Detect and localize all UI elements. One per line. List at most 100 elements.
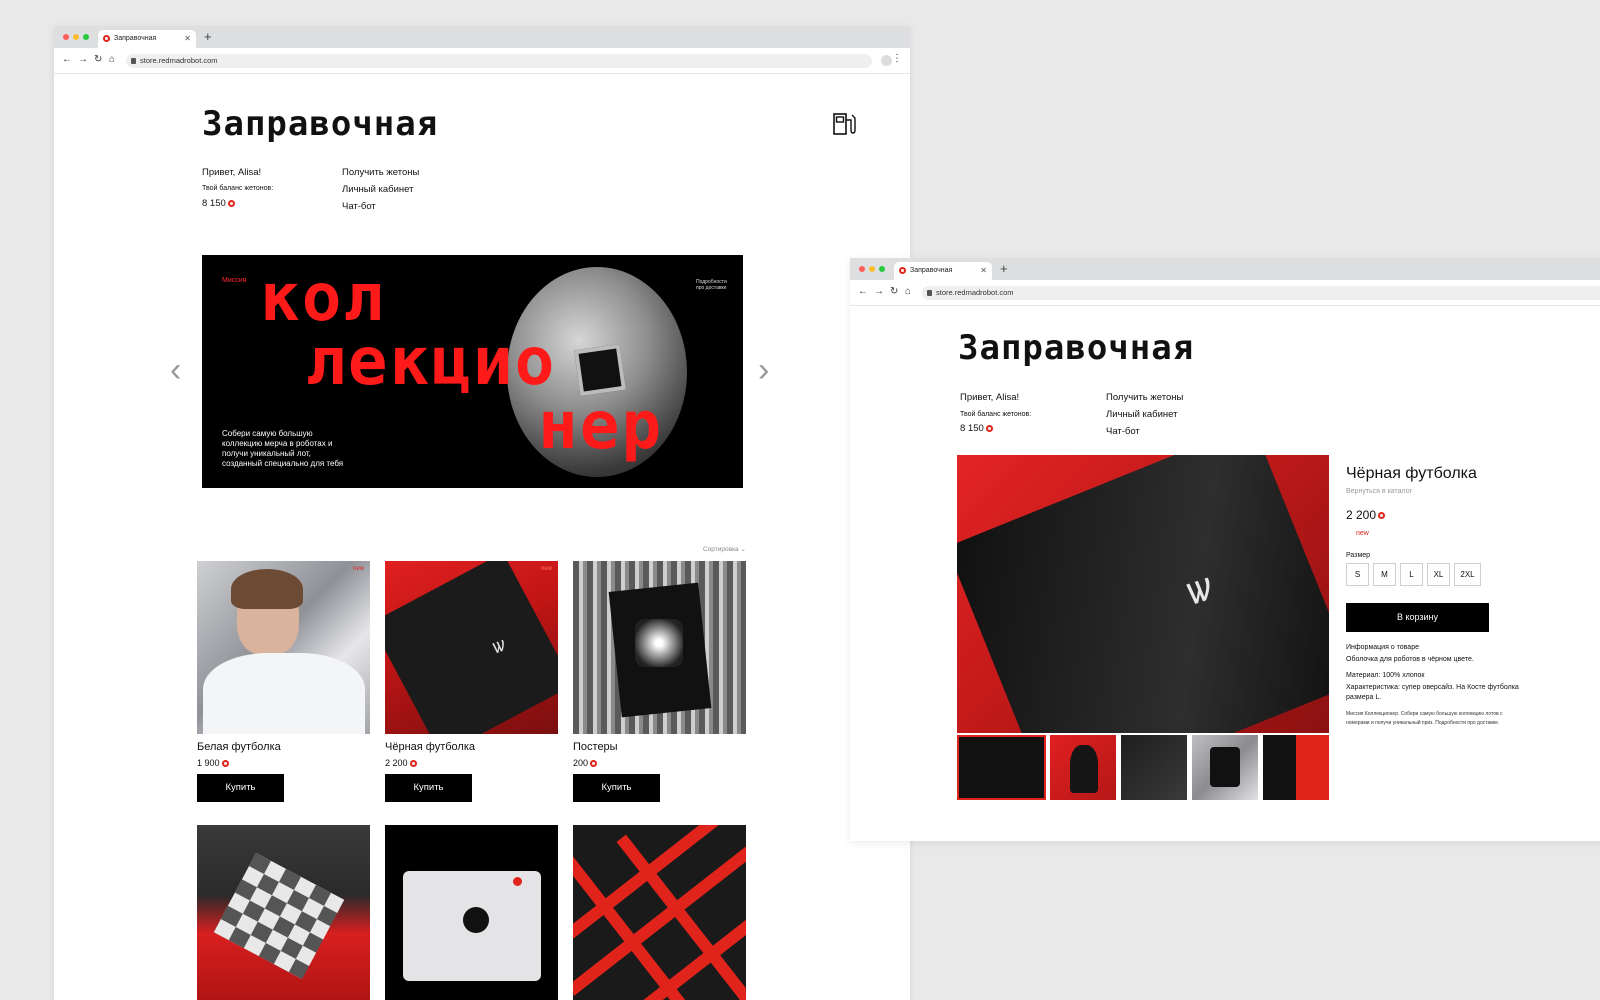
reload-icon[interactable]: ↻: [94, 54, 102, 65]
thumbnail-1[interactable]: [957, 735, 1046, 800]
token-icon: [590, 760, 598, 768]
close-window-button[interactable]: [63, 34, 69, 40]
hero-delivery-note: Подробности про доставке: [696, 279, 727, 291]
home-icon[interactable]: ⌂: [109, 54, 115, 65]
size-option-s[interactable]: S: [1346, 563, 1369, 586]
product-image-blanket[interactable]: [197, 825, 370, 1000]
chevron-down-icon: ⌄: [740, 546, 746, 553]
nav-chatbot[interactable]: Чат-бот: [1106, 426, 1140, 437]
url-field[interactable]: store.redmadrobot.com: [922, 286, 1600, 300]
minimize-window-button[interactable]: [73, 34, 79, 40]
product-main-image[interactable]: ѡ: [957, 455, 1329, 733]
tab-bar: Заправочная ✕ +: [54, 26, 910, 48]
price-value: 2 200: [1346, 508, 1377, 522]
thumbnail-4[interactable]: [1192, 735, 1258, 800]
browser-tab[interactable]: Заправочная ✕: [894, 262, 992, 280]
product-title: Чёрная футболка: [1346, 465, 1477, 482]
price-value: 1 900: [197, 758, 220, 768]
home-icon[interactable]: ⌂: [905, 286, 911, 297]
product-price: 2 200: [385, 758, 417, 768]
carousel-next-icon[interactable]: ›: [758, 351, 769, 390]
size-option-l[interactable]: L: [1400, 563, 1423, 586]
info-description: Оболочка для роботов в чёрном цвете.: [1346, 656, 1474, 663]
nav-chatbot[interactable]: Чат-бот: [342, 201, 376, 212]
product-image-cardholders[interactable]: [573, 825, 746, 1000]
price-value: 200: [573, 758, 589, 768]
browser-tab[interactable]: Заправочная ✕: [98, 30, 196, 48]
new-badge: new: [1356, 530, 1369, 537]
forward-icon[interactable]: →: [78, 54, 88, 65]
thumbnail-3[interactable]: [1121, 735, 1187, 800]
buy-button[interactable]: Купить: [385, 774, 472, 802]
size-option-m[interactable]: M: [1373, 563, 1396, 586]
favicon-icon: [899, 267, 906, 274]
product-price: 200: [573, 758, 598, 768]
maximize-window-button[interactable]: [83, 34, 89, 40]
buy-button[interactable]: Купить: [197, 774, 284, 802]
hero-tag: Миссия: [222, 277, 247, 284]
close-window-button[interactable]: [859, 266, 865, 272]
tab-title: Заправочная: [114, 35, 157, 42]
size-option-2xl[interactable]: 2XL: [1454, 563, 1481, 586]
browser-window-catalog: Заправочная ✕ + ← → ↻ ⌂ store.redmadrobo…: [54, 26, 910, 1000]
token-icon: [221, 760, 229, 768]
menu-kebab-icon[interactable]: ⋮: [892, 53, 902, 64]
new-tab-icon[interactable]: +: [204, 29, 212, 44]
nav-account[interactable]: Личный кабинет: [342, 184, 413, 195]
product-name[interactable]: Постеры: [573, 741, 618, 753]
product-name[interactable]: Белая футболка: [197, 741, 281, 753]
product-image-white-tshirt[interactable]: new: [197, 561, 370, 734]
new-tab-icon[interactable]: +: [1000, 261, 1008, 276]
token-icon: [985, 424, 993, 432]
buy-button[interactable]: Купить: [573, 774, 660, 802]
product-price: 1 900: [197, 758, 229, 768]
lock-icon: [131, 58, 136, 64]
back-icon[interactable]: ←: [62, 54, 72, 65]
nav-account[interactable]: Личный кабинет: [1106, 409, 1177, 420]
maximize-window-button[interactable]: [879, 266, 885, 272]
product-badge: new: [540, 566, 552, 572]
token-icon: [1378, 512, 1386, 520]
window-controls: [859, 266, 885, 272]
url-text: store.redmadrobot.com: [936, 288, 1014, 297]
size-label: Размер: [1346, 552, 1371, 559]
product-image-black-tshirt[interactable]: ѡ new: [385, 561, 558, 734]
profile-icon[interactable]: [881, 55, 892, 66]
info-title: Информация о товаре: [1346, 644, 1419, 651]
balance-label: Твой баланс жетонов:: [202, 185, 274, 192]
product-image-laptop-sticker[interactable]: [385, 825, 558, 1000]
size-option-xl[interactable]: XL: [1427, 563, 1450, 586]
tab-close-icon[interactable]: ✕: [980, 262, 987, 280]
thumbnail-2[interactable]: [1050, 735, 1116, 800]
fuel-pump-icon[interactable]: [832, 112, 858, 136]
thumbnail-5[interactable]: [1263, 735, 1329, 800]
window-controls: [63, 34, 89, 40]
greeting: Привет, Alisa!: [960, 392, 1020, 403]
reload-icon[interactable]: ↻: [890, 286, 898, 297]
info-mission-note: Миссия Коллекционер. Собери самую большу…: [1346, 711, 1503, 726]
hero-description: Собери самую большую коллекцию мерча в р…: [222, 429, 344, 468]
nav-get-tokens[interactable]: Получить жетоны: [342, 167, 419, 178]
url-field[interactable]: store.redmadrobot.com: [126, 54, 872, 68]
product-name[interactable]: Чёрная футболка: [385, 741, 475, 753]
minimize-window-button[interactable]: [869, 266, 875, 272]
back-to-catalog-link[interactable]: Вернуться в каталог: [1346, 488, 1412, 495]
product-badge: new: [352, 566, 364, 572]
hero-banner[interactable]: Миссия Подробности про доставке кол лекц…: [202, 255, 743, 488]
back-icon[interactable]: ←: [858, 286, 868, 297]
balance-value: 8 150: [960, 423, 993, 434]
nav-get-tokens[interactable]: Получить жетоны: [1106, 392, 1183, 403]
add-to-cart-button[interactable]: В корзину: [1346, 603, 1489, 632]
info-material: Материал: 100% хлопок: [1346, 672, 1425, 679]
address-bar: ← → ↻ ⌂ store.redmadrobot.com: [850, 280, 1600, 306]
page-title: Заправочная: [202, 104, 439, 144]
sort-dropdown[interactable]: Сортировка ⌄: [703, 545, 746, 553]
product-image-posters[interactable]: [573, 561, 746, 734]
hero-headline-3: нер: [538, 387, 664, 464]
product-price: 2 200: [1346, 508, 1386, 522]
carousel-prev-icon[interactable]: ‹: [170, 351, 181, 390]
token-icon: [409, 760, 417, 768]
tab-close-icon[interactable]: ✕: [184, 30, 191, 48]
balance-value: 8 150: [202, 198, 235, 209]
forward-icon[interactable]: →: [874, 286, 884, 297]
